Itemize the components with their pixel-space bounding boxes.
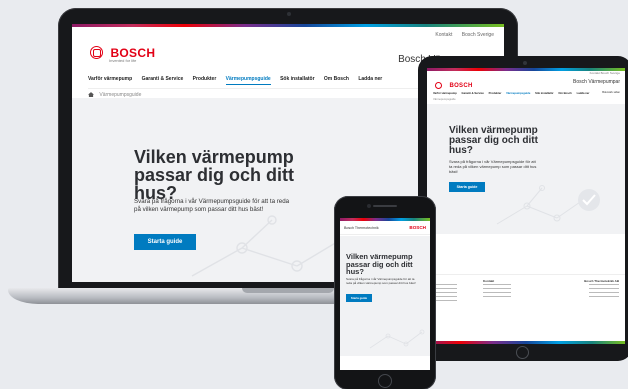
breadcrumb-current[interactable]: Värmepumpsguide xyxy=(433,98,456,101)
nav-item-varmepumpsguide[interactable]: Värmepumpsguide xyxy=(506,92,530,95)
tablet-frame: Kontakt Bosch Sverige BOSCH Bosch Värmep… xyxy=(418,56,628,361)
tablet-screen: Kontakt Bosch Sverige BOSCH Bosch Värmep… xyxy=(427,68,625,344)
bookmark-link[interactable]: Bokmärk sidan xyxy=(602,91,620,94)
breadcrumb: Värmepumpsguide xyxy=(433,98,456,101)
nav-item-om-bosch[interactable]: Om Bosch xyxy=(324,76,349,82)
brand-name: BOSCH xyxy=(449,82,473,89)
tablet-camera xyxy=(523,61,527,65)
brand-color-stripe xyxy=(427,341,625,344)
nav-item-ladda-ner[interactable]: Ladda ner xyxy=(358,76,382,82)
nav-item-varmepumpsguide[interactable]: Värmepumpsguide xyxy=(225,76,271,85)
brand-name[interactable]: BOSCH xyxy=(409,225,426,230)
bosch-logo-icon xyxy=(435,82,442,90)
top-links: Kontakt Bosch Sverige xyxy=(590,71,620,75)
nav-item-sok-installator[interactable]: Sök installatör xyxy=(535,92,554,95)
footer: Kontakt Bosch Thermoteknik AB xyxy=(427,274,625,344)
nav-item-ladda-ner[interactable]: Ladda ner xyxy=(577,92,590,95)
phone-frame: Bosch Thermotechnik BOSCH Vilken värmepu… xyxy=(334,196,436,389)
hero-body: Svara på frågorna i vår Värmepumpsguide … xyxy=(134,198,290,213)
top-link-bosch-sverige[interactable]: Bosch Sverige xyxy=(601,71,620,75)
footer-links-placeholder xyxy=(433,284,457,304)
hero-heading: Vilken värmepump passar dig och ditt hus… xyxy=(449,125,538,156)
site-title: Bosch Thermotechnik xyxy=(344,226,379,230)
nav-item-om-bosch[interactable]: Om Bosch xyxy=(558,92,571,95)
bosch-logo-icon xyxy=(90,46,103,60)
checkmark-circle-icon xyxy=(578,189,600,211)
site-title: Bosch Värmepumpar xyxy=(573,79,620,85)
phone-header: Bosch Thermotechnik BOSCH xyxy=(340,221,430,235)
nav-item-garanti-service[interactable]: Garanti & Service xyxy=(142,76,184,82)
start-guide-button[interactable]: Starta guide xyxy=(134,234,196,250)
nav-item-varfor-varmepump[interactable]: Varför värmepump xyxy=(88,76,132,82)
start-guide-button[interactable]: Starta guide xyxy=(346,294,372,302)
nav-item-sok-installator[interactable]: Sök installatör xyxy=(280,76,314,82)
footer-links-placeholder xyxy=(483,284,511,298)
nav-item-produkter[interactable]: Produkter xyxy=(489,92,502,95)
hero-section: Vilken värmepump passar dig och ditt hus… xyxy=(427,104,625,234)
nav-item-varfor-varmepump[interactable]: Varför värmepump xyxy=(433,92,457,95)
hero-heading: Vilken värmepump passar dig och ditt hus… xyxy=(134,147,295,203)
phone-speaker xyxy=(373,205,397,207)
footer-heading-company: Bosch Thermoteknik AB xyxy=(584,279,619,283)
main-navigation: Varför värmepump Garanti & Service Produ… xyxy=(88,76,390,85)
footer-address-placeholder xyxy=(589,284,619,298)
hero-section: Vilken värmepump passar dig och ditt hus… xyxy=(340,236,430,356)
phone-home-button[interactable] xyxy=(378,374,392,388)
top-link-contact[interactable]: Kontakt xyxy=(590,71,600,75)
footer-heading-contact: Kontakt xyxy=(483,279,495,283)
home-icon[interactable] xyxy=(88,92,94,98)
top-links: Kontakt Bosch Sverige xyxy=(427,32,494,38)
brand-color-stripe xyxy=(72,24,504,27)
device-mockup-scene: Kontakt Bosch Sverige BOSCH Invented for… xyxy=(0,0,628,389)
laptop-notch xyxy=(242,288,334,293)
nav-item-produkter[interactable]: Produkter xyxy=(193,76,217,82)
tablet-home-button[interactable] xyxy=(516,346,529,359)
nav-item-garanti-service[interactable]: Garanti & Service xyxy=(462,92,484,95)
brand-tagline: Invented for life xyxy=(109,58,137,63)
bosch-logo[interactable]: BOSCH Invented for life xyxy=(90,44,155,63)
hero-body: Svara på frågorna i vår Värmepumpsguide … xyxy=(346,277,416,285)
hero-heading: Vilken värmepump passar dig och ditt hus… xyxy=(346,252,413,276)
main-navigation: Varför värmepump Garanti & Service Produ… xyxy=(433,92,593,95)
hero-body: Svara på frågorna i vår Värmepumpsguide … xyxy=(449,159,537,174)
phone-camera xyxy=(367,204,371,208)
top-link-bosch-sverige[interactable]: Bosch Sverige xyxy=(462,32,494,38)
laptop-camera xyxy=(287,12,291,16)
start-guide-button[interactable]: Starta guide xyxy=(449,182,485,192)
top-link-contact[interactable]: Kontakt xyxy=(435,32,452,38)
phone-screen: Bosch Thermotechnik BOSCH Vilken värmepu… xyxy=(340,218,430,370)
